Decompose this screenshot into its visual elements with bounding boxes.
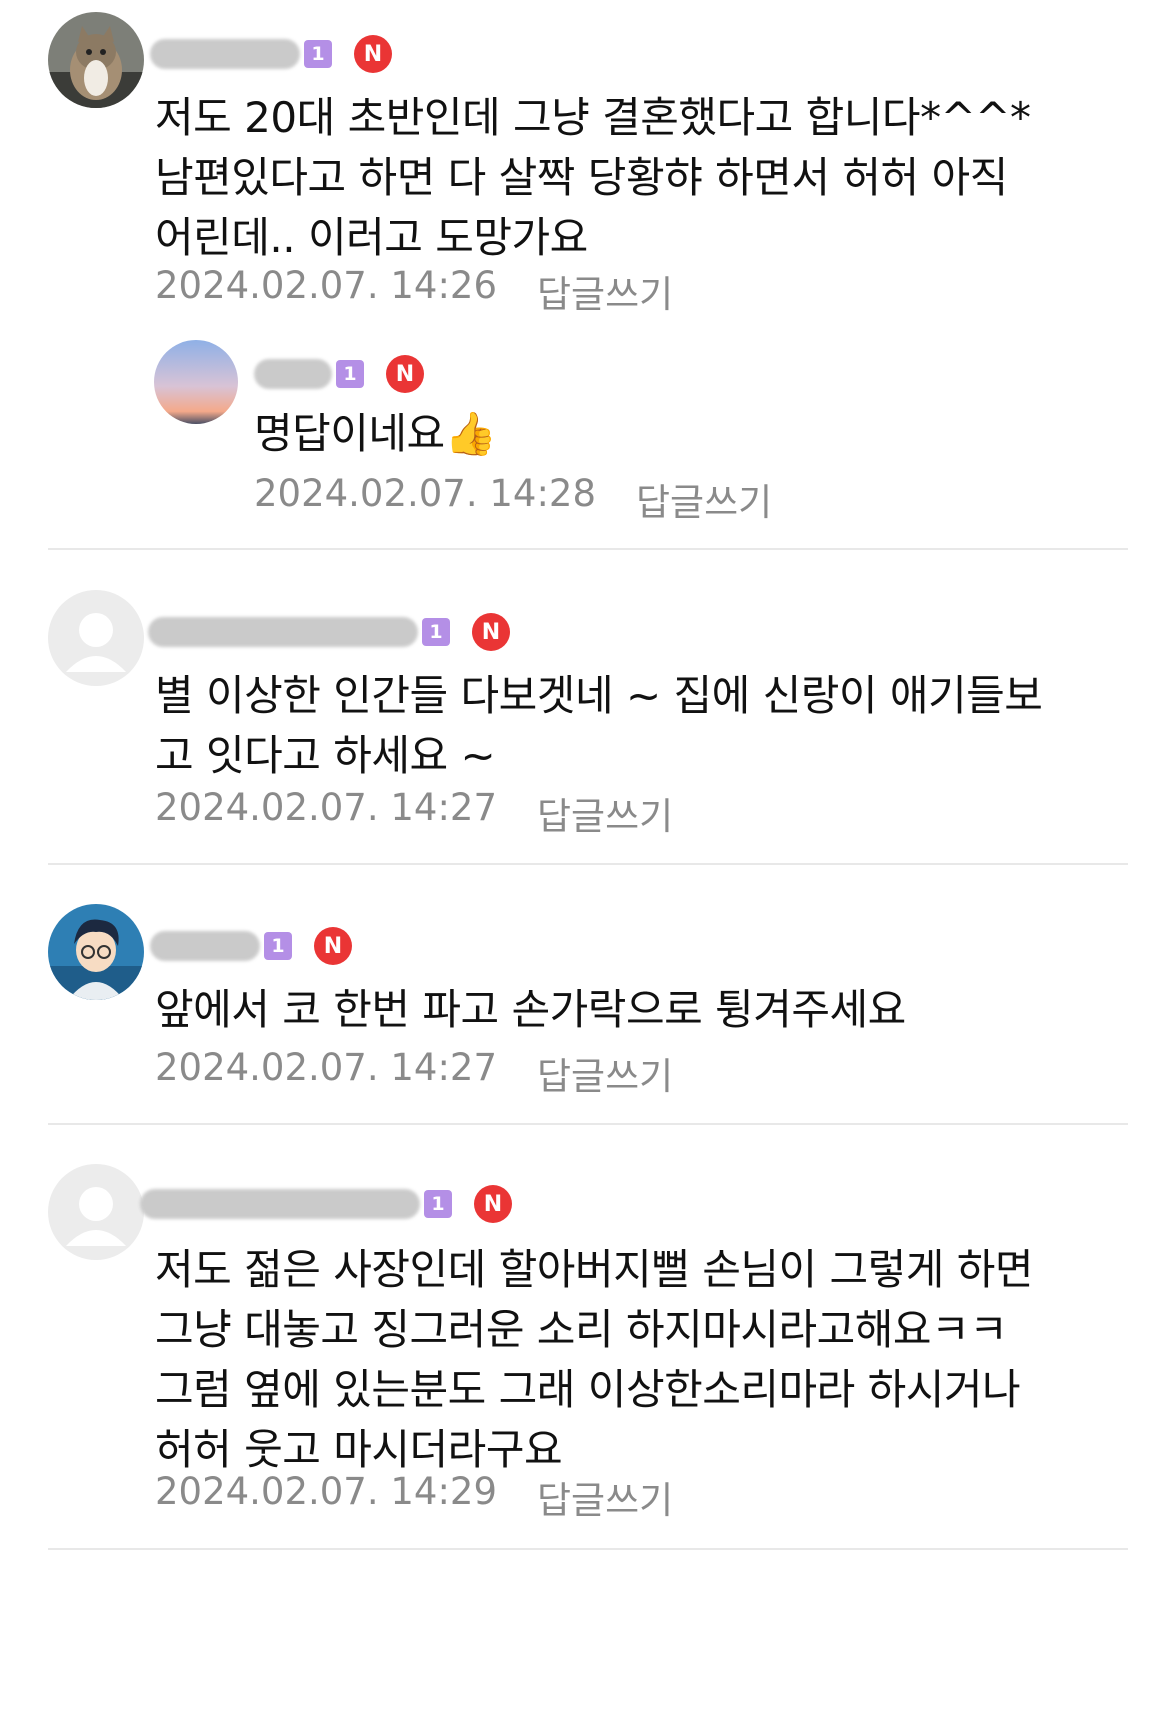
cartoon-avatar-icon <box>48 904 144 1000</box>
comment-date: 2024.02.07. 14:29 <box>155 1470 497 1513</box>
level-badge: 1 <box>422 618 450 646</box>
redacted-username <box>150 39 300 69</box>
level-badge: 1 <box>336 360 364 388</box>
cat-avatar-icon <box>48 12 144 108</box>
avatar[interactable] <box>48 904 144 1000</box>
level-badge: 1 <box>424 1190 452 1218</box>
comment-text: 앞에서 코 한번 파고 손가락으로 튕겨주세요 <box>155 985 906 1034</box>
reply-button[interactable]: 답글쓰기 <box>537 264 673 318</box>
comment-meta: 2024.02.07. 14:29 답글쓰기 <box>155 1470 673 1524</box>
avatar[interactable] <box>48 12 144 108</box>
reply-meta: 2024.02.07. 14:28 답글쓰기 <box>254 472 772 526</box>
new-badge: N <box>314 927 352 965</box>
comment-date: 2024.02.07. 14:27 <box>155 1046 497 1089</box>
redacted-username <box>150 931 260 961</box>
comment-text: 저도 20대 초반인데 그냥 결혼했다고 합니다*^^* 남편있다고 하면 다 … <box>155 93 1031 262</box>
reply-text: 명답이네요👍 <box>254 409 497 458</box>
divider <box>48 1123 1128 1125</box>
comment-date: 2024.02.07. 14:26 <box>155 264 497 307</box>
avatar[interactable] <box>48 590 144 686</box>
comment-date: 2024.02.07. 14:27 <box>155 786 497 829</box>
comment-text: 저도 젊은 사장인데 할아버지뻘 손님이 그렇게 하면 그냥 대놓고 징그러운 … <box>155 1245 1034 1474</box>
default-user-icon <box>48 1164 144 1260</box>
comment-meta: 2024.02.07. 14:27 답글쓰기 <box>155 1046 673 1100</box>
comment-text: 별 이상한 인간들 다보겟네 ~ 집에 신랑이 애기들보 고 잇다고 하세요 ~ <box>155 671 1043 780</box>
redacted-username <box>148 617 418 647</box>
new-badge: N <box>472 613 510 651</box>
reply-button[interactable]: 답글쓰기 <box>537 1046 673 1100</box>
comment-meta: 2024.02.07. 14:27 답글쓰기 <box>155 786 673 840</box>
level-badge: 1 <box>264 932 292 960</box>
divider <box>48 863 1128 865</box>
divider <box>48 548 1128 550</box>
author-row: 1 N <box>140 1184 512 1224</box>
comment-meta: 2024.02.07. 14:26 답글쓰기 <box>155 264 673 318</box>
reply-button[interactable]: 답글쓰기 <box>537 786 673 840</box>
author-row: 1 N <box>254 354 424 394</box>
new-badge: N <box>474 1185 512 1223</box>
reply-button[interactable]: 답글쓰기 <box>537 1470 673 1524</box>
author-row: 1 N <box>150 926 352 966</box>
new-badge: N <box>354 35 392 73</box>
default-user-icon <box>48 590 144 686</box>
avatar[interactable] <box>48 1164 144 1260</box>
divider <box>48 1548 1128 1550</box>
reply-date: 2024.02.07. 14:28 <box>254 472 596 515</box>
redacted-username <box>140 1189 420 1219</box>
reply-button[interactable]: 답글쓰기 <box>636 472 772 526</box>
new-badge: N <box>386 355 424 393</box>
author-row: 1 N <box>150 34 392 74</box>
avatar[interactable] <box>154 340 238 424</box>
redacted-username <box>254 359 332 389</box>
author-row: 1 N <box>148 612 510 652</box>
sunset-avatar-icon <box>154 340 238 424</box>
level-badge: 1 <box>304 40 332 68</box>
